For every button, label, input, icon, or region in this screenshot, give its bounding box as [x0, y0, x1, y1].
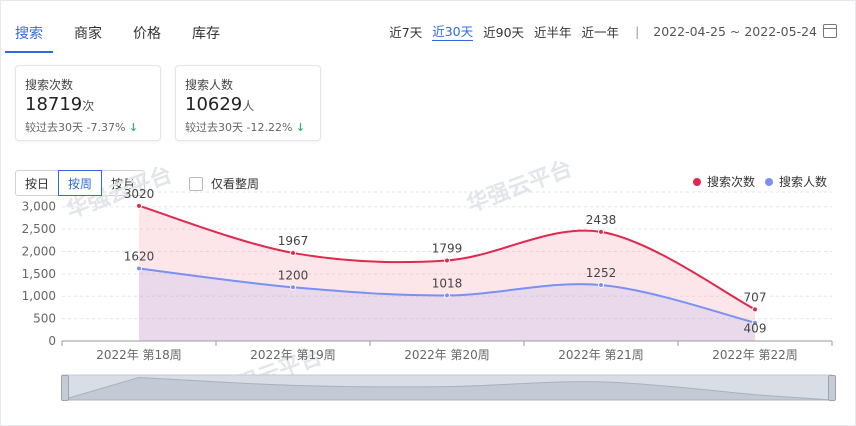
x-axis: 2022年 第18周 2022年 第19周 2022年 第20周 2022年 第21周…: [61, 341, 833, 362]
y-tick-label: 1,500: [22, 267, 56, 281]
data-point: [598, 228, 604, 235]
x-tick-label: 2022年 第20周: [404, 348, 490, 362]
data-label: 1620: [124, 249, 155, 263]
x-tick-label: 2022年 第18周: [96, 348, 182, 362]
x-tick-label: 2022年 第19周: [250, 348, 336, 362]
series-layer: 3020 1967 1799 2438 707 1620 1200 1018 1252 409: [124, 187, 767, 341]
zoom-handle-left[interactable]: [61, 375, 69, 401]
data-point: [598, 281, 604, 288]
data-label: 409: [744, 322, 767, 336]
y-tick-label: 500: [33, 312, 56, 326]
zoom-handle-right[interactable]: [828, 375, 836, 401]
data-point: [290, 284, 296, 291]
y-tick-label: 3,000: [22, 200, 56, 214]
data-label: 2438: [586, 213, 617, 227]
x-tick-label: 2022年 第22周: [712, 348, 798, 362]
y-tick-label: 0: [48, 334, 56, 348]
data-label: 1200: [278, 268, 309, 282]
data-point: [136, 265, 142, 272]
data-point: [444, 257, 450, 264]
x-tick-label: 2022年 第21周: [558, 348, 644, 362]
y-tick-label: 2,500: [22, 222, 56, 236]
watermark-text: 华强云平台: [463, 156, 575, 218]
data-point: [752, 306, 758, 313]
zoom-slider[interactable]: [61, 374, 833, 401]
data-label: 3020: [124, 187, 155, 201]
data-point: [290, 249, 296, 256]
data-label: 1799: [432, 241, 463, 255]
y-tick-label: 2,000: [22, 244, 56, 258]
y-axis: 0 500 1,000 1,500 2,000 2,500 3,000: [22, 200, 56, 348]
by-week-button[interactable]: 按周: [58, 170, 102, 196]
data-label: 1018: [432, 276, 463, 290]
data-label: 1967: [278, 234, 309, 248]
data-label: 707: [744, 290, 767, 304]
line-chart: 华强云平台华强云平台华强云平台 05001,0001,5002,0002,500…: [22, 156, 833, 406]
y-tick-label: 1,000: [22, 289, 56, 303]
data-label: 1252: [586, 266, 617, 280]
data-point: [444, 292, 450, 299]
data-point: [136, 202, 142, 209]
